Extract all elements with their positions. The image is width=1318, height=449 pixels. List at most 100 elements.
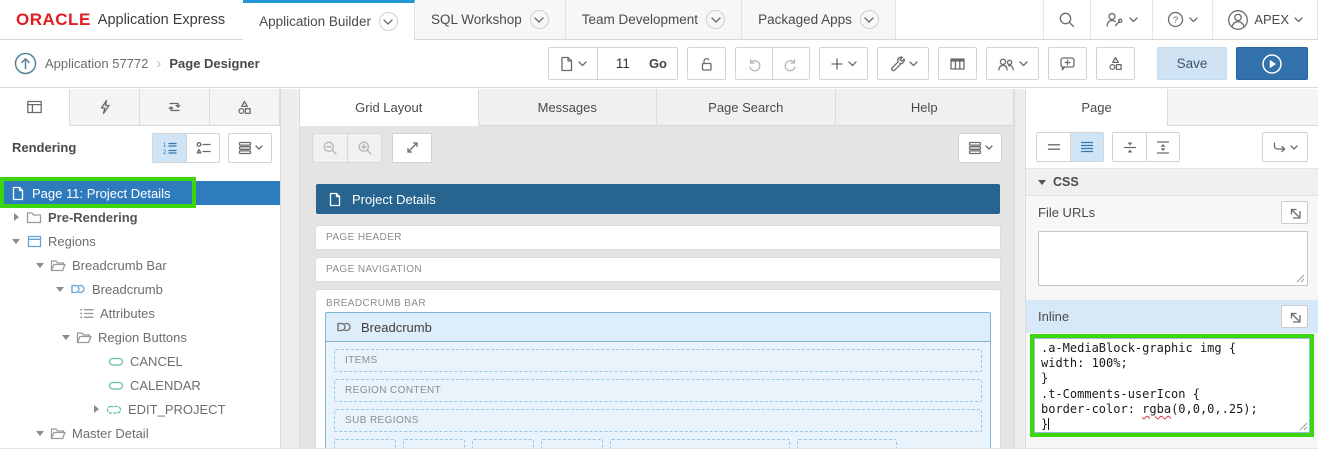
application-breadcrumb-link[interactable]: Application 57772 <box>45 56 148 71</box>
tree-menu-button[interactable] <box>228 132 272 163</box>
chevron-down-icon[interactable] <box>58 334 74 340</box>
tree-item-breadcrumb[interactable]: Breadcrumb <box>0 277 280 301</box>
button-slot[interactable] <box>541 439 603 448</box>
chevron-down-icon[interactable] <box>378 12 398 31</box>
plus-icon <box>831 57 843 70</box>
shared-components-button[interactable] <box>1096 47 1135 80</box>
add-comment-button[interactable] <box>1048 47 1087 80</box>
go-to-group-button[interactable] <box>1262 132 1308 162</box>
breadcrumb-bar-slot[interactable]: BREADCRUMB BAR Breadcrumb ITEMS REGION C… <box>316 290 1000 448</box>
shared-components-report-button[interactable] <box>938 47 977 80</box>
redo-button[interactable] <box>772 48 809 79</box>
region-content-slot[interactable]: REGION CONTENT <box>334 379 982 402</box>
tree-item-attributes[interactable]: Attributes <box>0 301 280 325</box>
sub-regions-slot[interactable]: SUB REGIONS <box>334 409 982 432</box>
file-urls-textarea[interactable] <box>1038 231 1308 286</box>
css-section-header[interactable]: CSS <box>1026 169 1318 196</box>
tab-page[interactable]: Page <box>1026 89 1168 126</box>
collapse-all-button[interactable] <box>1113 133 1146 161</box>
tab-processing[interactable] <box>140 89 210 126</box>
tree-item-cancel-button[interactable]: CANCEL <box>0 349 280 373</box>
tree-item-regions[interactable]: Regions <box>0 229 280 253</box>
page-header-slot[interactable]: PAGE HEADER <box>316 226 1000 249</box>
items-slot[interactable]: ITEMS <box>334 349 982 372</box>
tab-dynamic-actions[interactable] <box>70 89 140 126</box>
chevron-down-icon[interactable] <box>706 10 726 29</box>
breadcrumb-region-header[interactable]: Breadcrumb <box>326 313 990 342</box>
tab-rendering[interactable] <box>0 89 70 126</box>
rendering-header: Rendering 12 <box>0 126 280 169</box>
page-designer-toolbar: Application 57772 › Page Designer Go <box>0 40 1318 88</box>
save-button[interactable]: Save <box>1157 47 1227 80</box>
go-button[interactable]: Go <box>638 48 677 79</box>
lock-button[interactable] <box>687 47 726 80</box>
user-menu-button[interactable]: APEX <box>1212 0 1318 39</box>
chevron-down-icon <box>1019 60 1028 66</box>
tab-messages[interactable]: Messages <box>478 89 657 126</box>
button-slot[interactable] <box>472 439 534 448</box>
search-button[interactable] <box>1043 0 1090 39</box>
page-number-input[interactable] <box>606 56 630 71</box>
collapse-icon <box>1123 142 1136 152</box>
tab-page-search[interactable]: Page Search <box>657 89 836 126</box>
show-all-button[interactable] <box>1070 133 1103 161</box>
zoom-out-button[interactable] <box>313 133 347 162</box>
team-dev-menu-button[interactable] <box>986 47 1039 80</box>
chevron-down-icon[interactable] <box>8 238 24 244</box>
chevron-down-icon[interactable] <box>529 10 549 29</box>
chevron-right-icon[interactable] <box>8 213 24 221</box>
page-region-header[interactable]: Project Details <box>316 184 1000 214</box>
expand-all-button[interactable] <box>1146 133 1179 161</box>
apex-page-designer: ORACLE Application Express Application B… <box>0 0 1318 449</box>
inline-css-editor[interactable]: .a-MediaBlock-graphic img {width: 100%;}… <box>1030 334 1314 437</box>
button-slot[interactable] <box>797 439 897 448</box>
chevron-down-icon[interactable] <box>859 10 879 29</box>
expand-button[interactable] <box>392 132 432 163</box>
chevron-down-icon[interactable] <box>32 430 48 436</box>
button-slot[interactable] <box>334 439 396 448</box>
tab-team-development[interactable]: Team Development <box>565 0 743 39</box>
tab-label: Application Builder <box>259 14 371 29</box>
tree-item-partial[interactable] <box>0 445 280 448</box>
button-pill-icon <box>108 353 124 369</box>
run-button[interactable] <box>1236 47 1308 80</box>
tree-item-master-detail[interactable]: Master Detail <box>0 421 280 445</box>
tree-item-page[interactable]: Page 11: Project Details <box>0 177 280 208</box>
tree-item-pre-rendering[interactable]: Pre-Rendering <box>0 205 280 229</box>
up-circle-icon[interactable] <box>14 52 37 75</box>
tree-item-calendar-button[interactable]: CALENDAR <box>0 373 280 397</box>
zoom-in-button[interactable] <box>347 133 381 162</box>
button-slot[interactable] <box>610 439 790 448</box>
chevron-right-icon[interactable] <box>88 405 104 413</box>
breadcrumb-region[interactable]: Breadcrumb ITEMS REGION CONTENT SUB REGI… <box>325 312 991 448</box>
button-slot[interactable] <box>403 439 465 448</box>
sort-by-order-button[interactable]: 12 <box>153 133 186 162</box>
left-splitter[interactable] <box>280 89 300 448</box>
tab-help[interactable]: Help <box>835 89 1014 126</box>
tree-item-edit-project-button[interactable]: EDIT_PROJECT <box>0 397 280 421</box>
tab-sql-workshop[interactable]: SQL Workshop <box>414 0 566 39</box>
sort-by-type-button[interactable] <box>186 133 219 162</box>
tree-item-label: CANCEL <box>130 353 183 369</box>
right-splitter[interactable] <box>1014 89 1026 448</box>
create-menu-button[interactable] <box>819 47 868 80</box>
region-icon <box>26 233 42 249</box>
tab-grid-layout[interactable]: Grid Layout <box>300 89 479 126</box>
tab-application-builder[interactable]: Application Builder <box>243 0 415 40</box>
page-navigation-slot[interactable]: PAGE NAVIGATION <box>316 258 1000 281</box>
tab-page-shared-components[interactable] <box>210 89 280 126</box>
administration-menu-button[interactable] <box>1090 0 1152 39</box>
open-code-editor-button[interactable] <box>1281 201 1308 224</box>
help-menu-button[interactable]: ? <box>1152 0 1212 39</box>
utilities-menu-button[interactable] <box>877 47 929 80</box>
show-common-button[interactable] <box>1037 133 1070 161</box>
layout-menu-button[interactable] <box>958 132 1002 163</box>
open-code-editor-button[interactable] <box>1281 305 1308 328</box>
tab-packaged-apps[interactable]: Packaged Apps <box>742 0 896 39</box>
chevron-down-icon[interactable] <box>32 262 48 268</box>
tree-item-region-buttons[interactable]: Region Buttons <box>0 325 280 349</box>
undo-button[interactable] <box>736 48 772 79</box>
page-picker-button[interactable] <box>548 48 597 79</box>
chevron-down-icon[interactable] <box>52 286 68 292</box>
tree-item-breadcrumb-bar[interactable]: Breadcrumb Bar <box>0 253 280 277</box>
